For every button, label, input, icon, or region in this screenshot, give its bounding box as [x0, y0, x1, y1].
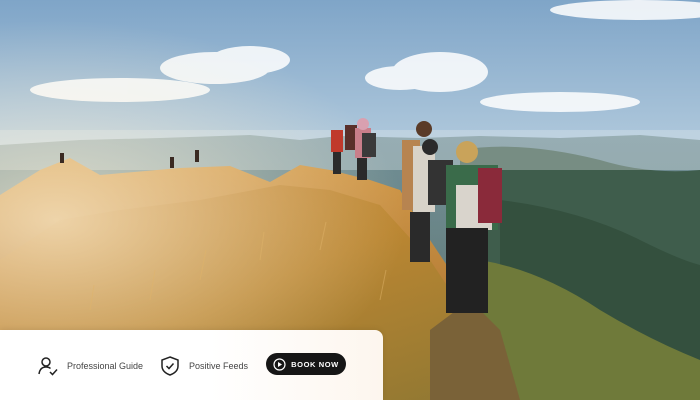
user-check-icon	[37, 355, 59, 377]
shield-check-icon	[159, 355, 181, 377]
book-now-button[interactable]: BOOK NOW	[266, 353, 346, 375]
play-circle-icon	[273, 357, 286, 371]
book-now-label: BOOK NOW	[291, 359, 339, 369]
feature-positive-feeds: Positive Feeds	[159, 355, 248, 377]
feature-label: Professional Guide	[67, 361, 144, 371]
feature-professional-guide: Professional Guide	[37, 355, 143, 377]
feature-label: Positive Feeds	[189, 361, 249, 371]
